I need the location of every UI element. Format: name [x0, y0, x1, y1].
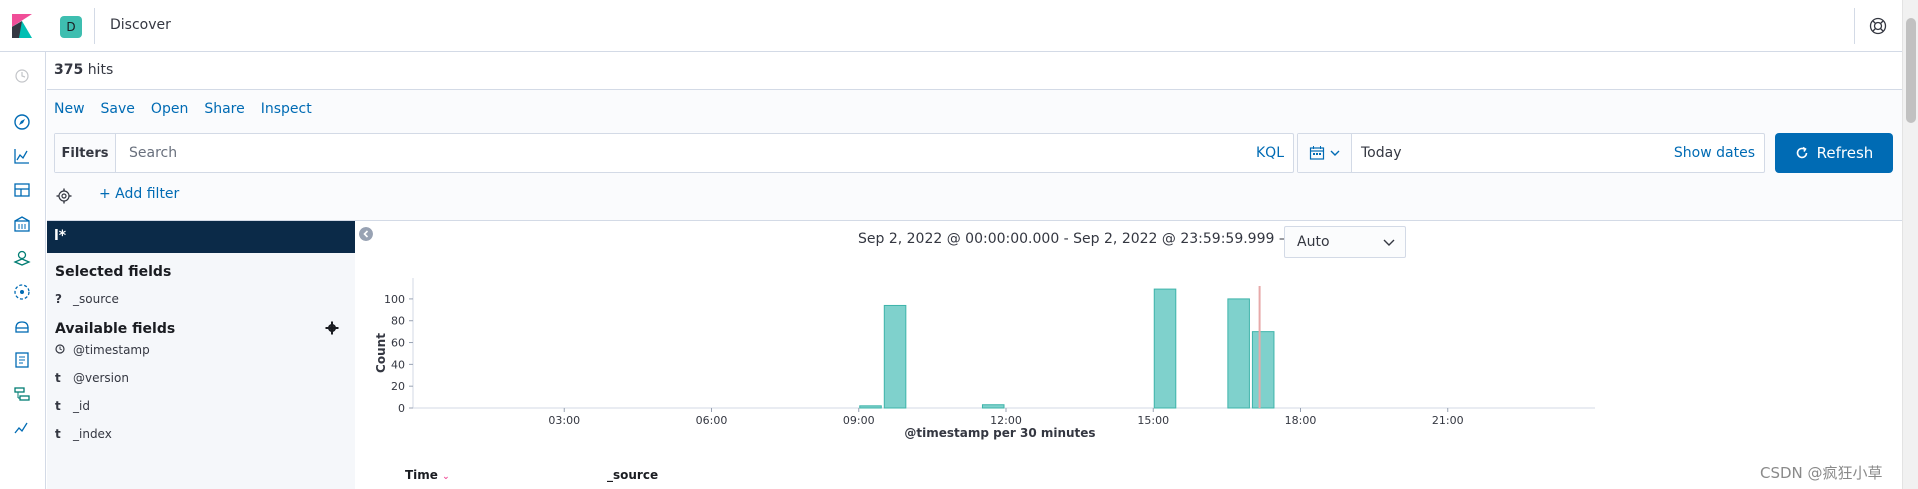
histogram-panel: Sep 2, 2022 @ 00:00:00.000 - Sep 2, 2022…: [355, 220, 1902, 489]
source-column-header[interactable]: _source: [607, 468, 658, 482]
query-bar: Filters Search KQL: [54, 133, 1294, 173]
share-link[interactable]: Share: [204, 101, 244, 117]
open-link[interactable]: Open: [151, 101, 188, 117]
refresh-button[interactable]: Refresh: [1775, 133, 1893, 173]
index-pattern-selector[interactable]: l*: [47, 221, 355, 253]
kql-toggle-button[interactable]: KQL: [1256, 145, 1284, 161]
selected-fields-heading: Selected fields: [55, 264, 172, 280]
visualize-icon[interactable]: [12, 146, 32, 166]
uptime-icon[interactable]: [12, 418, 32, 438]
top-nav-menu: New Save Open Share Inspect: [54, 101, 328, 117]
interval-value: Auto: [1297, 234, 1330, 250]
add-filter-button[interactable]: + Add filter: [99, 186, 179, 202]
refresh-label: Refresh: [1816, 144, 1874, 162]
hit-count-number: 375: [54, 62, 84, 78]
header-divider: [94, 8, 95, 44]
refresh-icon: [1796, 146, 1807, 159]
field-type-unknown: ?: [55, 292, 62, 306]
field-item[interactable]: t @version: [55, 371, 129, 385]
ml-icon[interactable]: [12, 282, 32, 302]
y-tick-label: 100: [384, 293, 405, 306]
x-tick-label: 18:00: [1285, 414, 1317, 427]
canvas-icon[interactable]: [12, 214, 32, 234]
recent-clock-icon[interactable]: [12, 66, 32, 86]
field-name: _index: [73, 427, 112, 441]
filters-button[interactable]: Filters: [55, 134, 116, 172]
histogram-bar[interactable]: [1227, 298, 1250, 409]
filter-settings-gear-icon[interactable]: [56, 188, 72, 204]
x-tick-label: 06:00: [696, 414, 728, 427]
logs-icon[interactable]: [12, 350, 32, 370]
y-tick-label: 40: [391, 358, 405, 371]
field-item[interactable]: @timestamp: [55, 343, 150, 357]
space-avatar[interactable]: D: [60, 16, 82, 38]
field-sidebar: l* Selected fields ? _source Available f…: [47, 220, 355, 489]
x-tick-label: 09:00: [843, 414, 875, 427]
search-input[interactable]: Search: [129, 145, 177, 161]
interval-select[interactable]: Auto: [1284, 226, 1406, 258]
discover-compass-icon[interactable]: [12, 112, 32, 132]
sort-icon[interactable]: ⌄: [442, 472, 450, 482]
inspect-link[interactable]: Inspect: [261, 101, 312, 117]
y-tick-label: 20: [391, 380, 405, 393]
x-axis-label: @timestamp per 30 minutes: [904, 426, 1095, 440]
field-settings-gear-icon[interactable]: [325, 321, 339, 335]
field-item[interactable]: t _id: [55, 399, 90, 413]
histogram-bar[interactable]: [1153, 288, 1177, 409]
time-column-label: Time: [405, 468, 438, 482]
time-column-header[interactable]: Time ⌄: [405, 468, 450, 482]
y-tick-label: 80: [391, 315, 405, 328]
new-link[interactable]: New: [54, 101, 85, 117]
maps-icon[interactable]: [12, 248, 32, 268]
field-name: _source: [73, 292, 119, 306]
left-nav: [0, 52, 46, 489]
chevron-down-icon: [1330, 150, 1339, 156]
field-name: @version: [73, 371, 129, 385]
breadcrumb-discover: Discover: [110, 17, 171, 33]
field-type-string: t: [55, 399, 61, 413]
histogram-bar[interactable]: [883, 304, 907, 409]
field-type-date-icon: [55, 343, 73, 357]
apm-icon[interactable]: [12, 384, 32, 404]
field-type-string: t: [55, 371, 61, 385]
field-name: _id: [73, 399, 90, 413]
available-fields-heading: Available fields: [55, 321, 176, 337]
header-divider: [1854, 8, 1855, 44]
y-tick-label: 0: [398, 402, 405, 415]
time-range-label: Sep 2, 2022 @ 00:00:00.000 - Sep 2, 2022…: [858, 231, 1293, 247]
watermark: CSDN @疯狂小草: [1760, 464, 1883, 482]
field-name: @timestamp: [73, 343, 150, 357]
calendar-icon: [1309, 146, 1324, 160]
date-range-value[interactable]: Today: [1361, 145, 1402, 161]
hit-count-label: hits: [87, 62, 114, 78]
help-icon[interactable]: [1869, 17, 1887, 35]
discover-main: 375 hits New Save Open Share Inspect Fil…: [47, 52, 1902, 489]
date-picker: Today Show dates: [1297, 133, 1765, 173]
infrastructure-icon[interactable]: [12, 316, 32, 336]
quick-select-button[interactable]: [1298, 134, 1352, 172]
histogram-chart[interactable]: 02040608010003:00 06:00 09:00 12:00 15:00 18:…: [355, 261, 1902, 461]
dashboard-icon[interactable]: [12, 180, 32, 200]
save-link[interactable]: Save: [101, 101, 135, 117]
field-item[interactable]: t _index: [55, 427, 112, 441]
x-tick-label: 15:00: [1137, 414, 1169, 427]
hit-count: 375 hits: [54, 62, 113, 78]
top-header: D Discover: [0, 0, 1902, 52]
collapse-sidebar-arrow-icon[interactable]: [359, 227, 373, 241]
kibana-logo-icon[interactable]: [12, 14, 32, 38]
y-tick-label: 60: [391, 337, 405, 350]
scrollbar-thumb[interactable]: [1906, 18, 1916, 123]
chevron-down-icon: [1383, 239, 1395, 246]
x-tick-label: 03:00: [548, 414, 580, 427]
field-item[interactable]: ? _source: [55, 292, 119, 306]
page-scrollbar[interactable]: [1902, 0, 1918, 489]
y-axis-label: Count: [374, 333, 388, 373]
x-tick-label: 21:00: [1432, 414, 1464, 427]
show-dates-link[interactable]: Show dates: [1674, 145, 1755, 161]
histogram-bar[interactable]: [1251, 331, 1275, 409]
histogram-bar[interactable]: [981, 404, 1005, 409]
histogram-bar[interactable]: [859, 405, 882, 409]
field-type-string: t: [55, 427, 61, 441]
hits-row: 375 hits: [47, 52, 1902, 90]
